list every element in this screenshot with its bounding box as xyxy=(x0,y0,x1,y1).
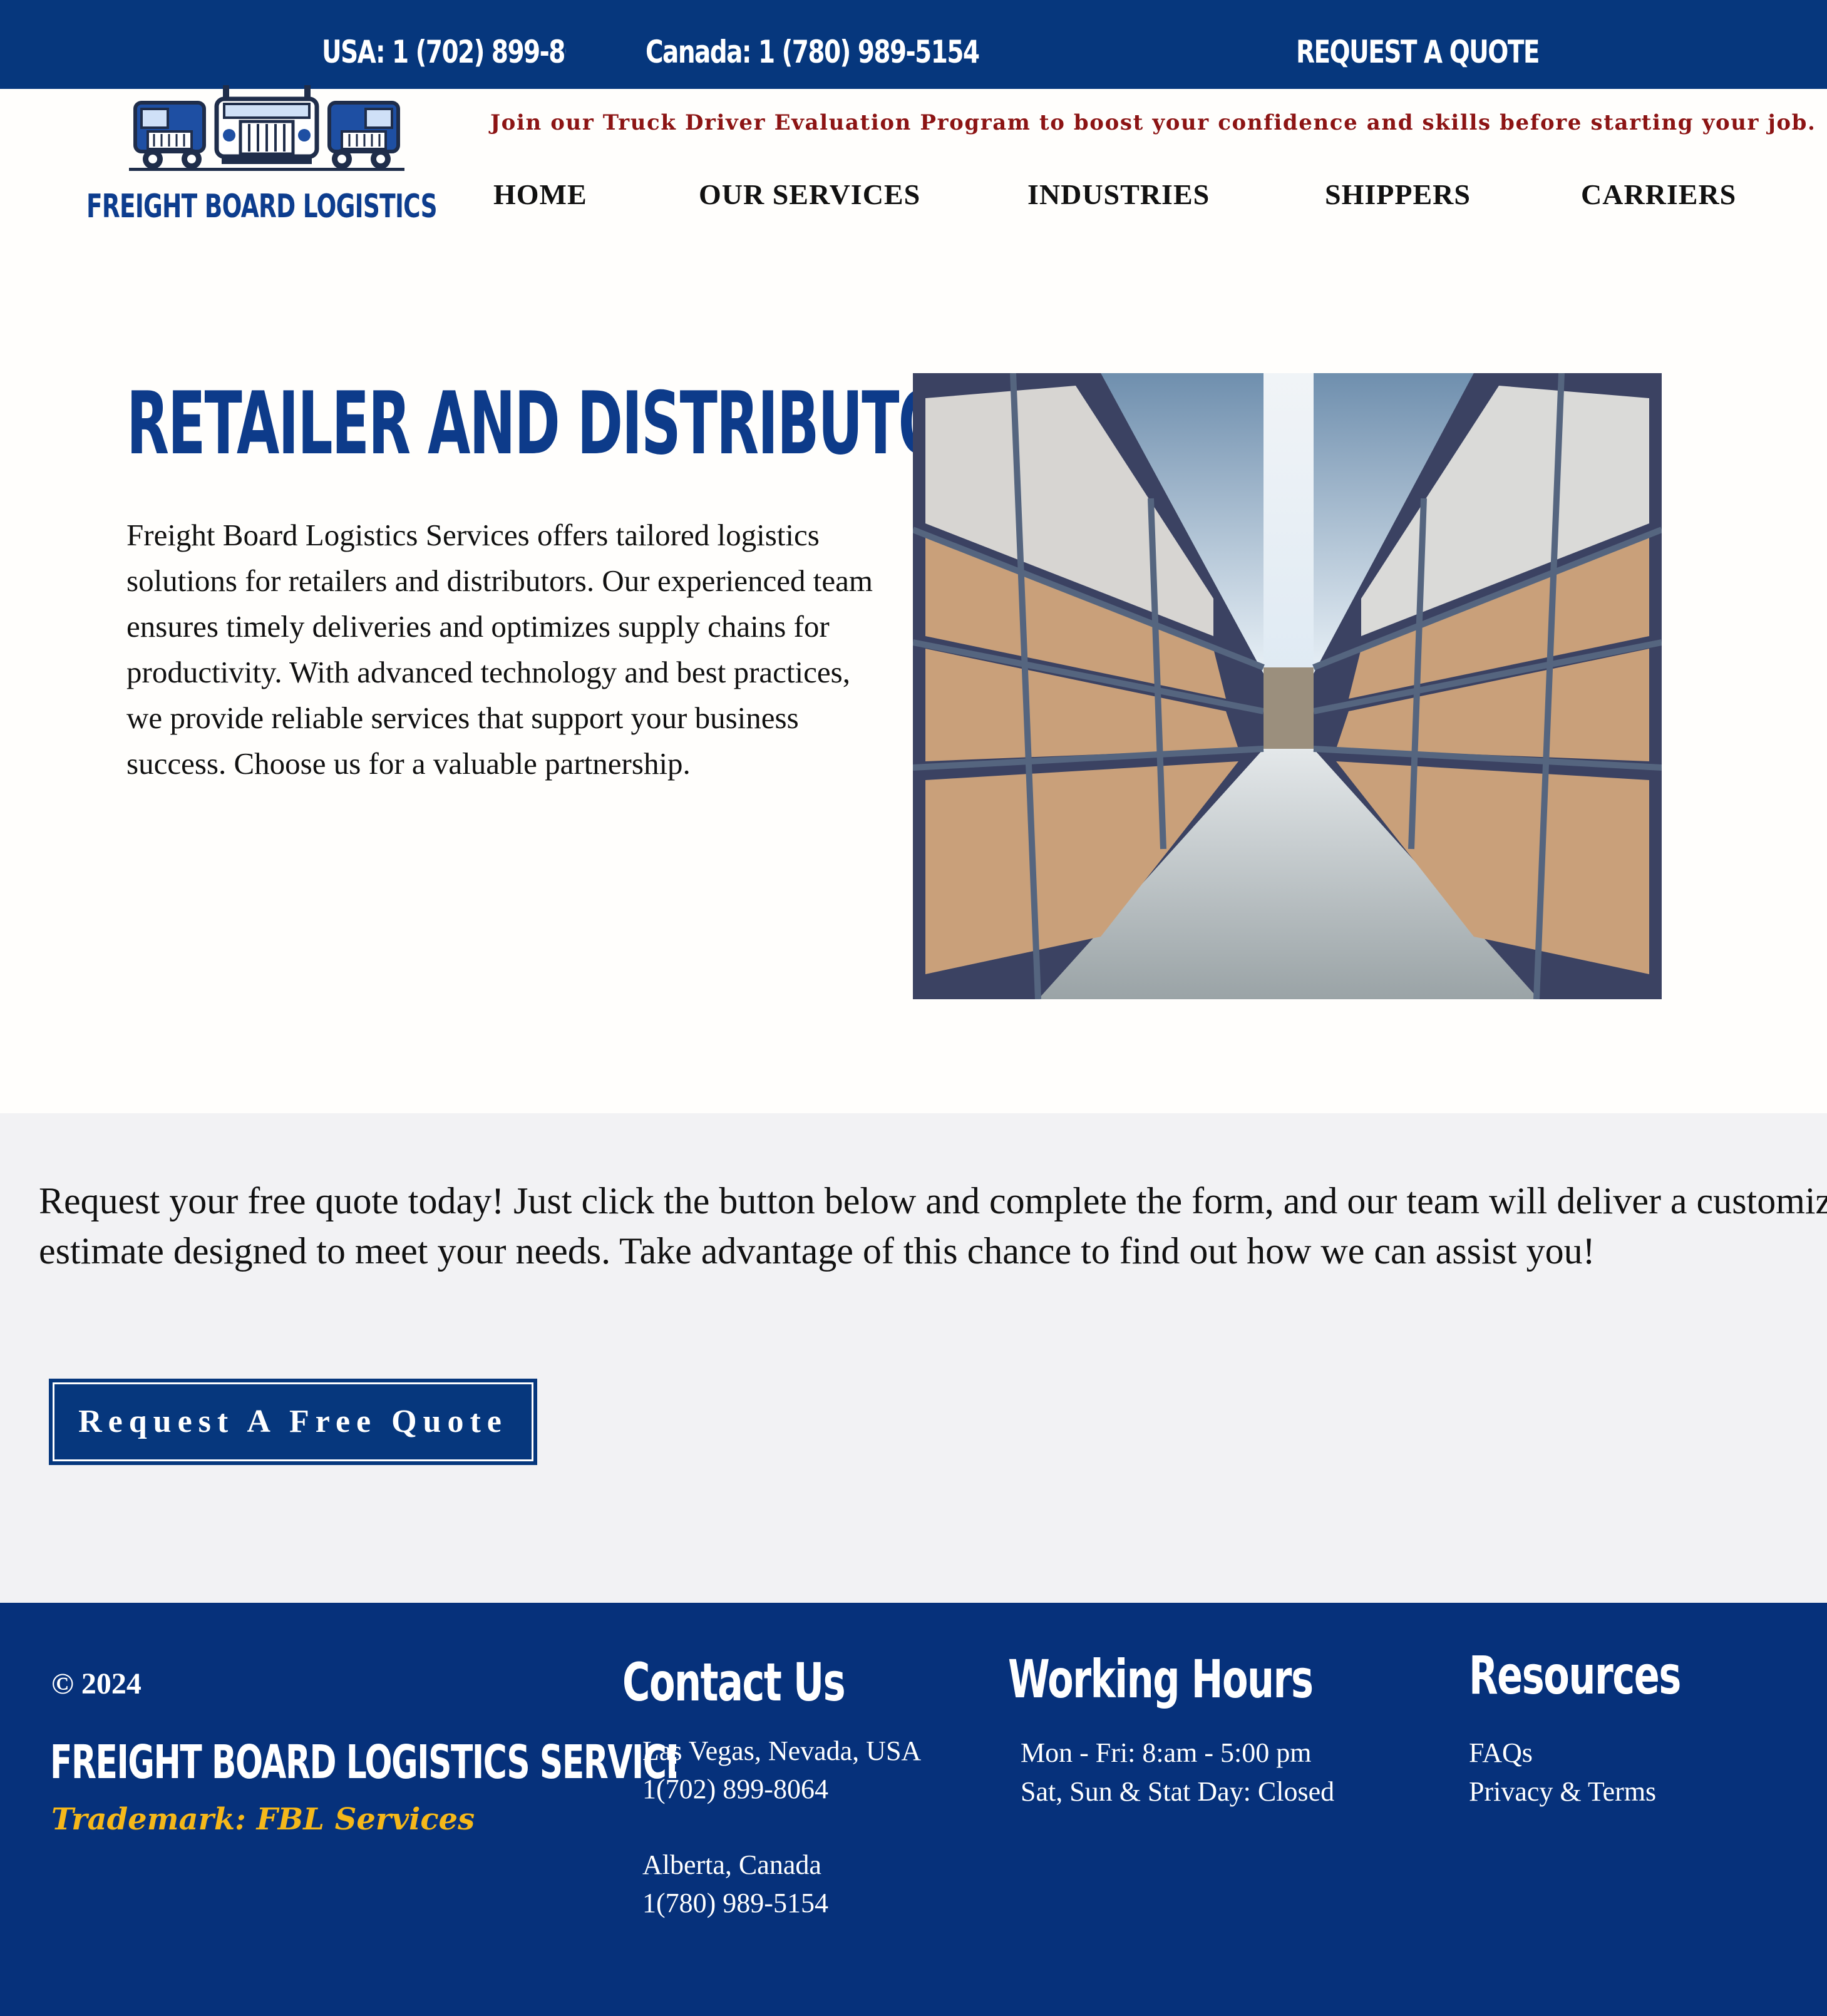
top-bar: USA: 1 (702) 899-8064 Canada: 1 (780) 98… xyxy=(0,0,1827,89)
canada-phone-link[interactable]: Canada: 1 (780) 989-5154 xyxy=(646,36,987,68)
request-quote-link[interactable]: REQUEST A QUOTE xyxy=(1296,36,1550,68)
usa-phone-link[interactable]: USA: 1 (702) 899-8064 xyxy=(322,36,566,68)
nav-home[interactable]: HOME xyxy=(493,178,587,211)
hero-line: ensures timely deliveries and optimizes … xyxy=(126,609,830,644)
warehouse-aisle-image xyxy=(913,373,1662,999)
contact-canada-phone[interactable]: 1(780) 989-5154 xyxy=(642,1890,828,1917)
page-title: RETAILER AND DISTRIBUTORS xyxy=(126,373,1025,474)
privacy-terms-link[interactable]: Privacy & Terms xyxy=(1469,1778,1656,1806)
copyright-text: © 2024 xyxy=(51,1667,142,1700)
hours-weekdays: Mon - Fri: 8:am - 5:00 pm xyxy=(1021,1737,1312,1768)
quote-section: Request your free quote today! Just clic… xyxy=(0,1113,1827,1603)
hero-line: solutions for retailers and distributors… xyxy=(126,563,873,598)
nav-industries[interactable]: INDUSTRIES xyxy=(1027,178,1210,211)
hours-weekend: Sat, Sun & Stat Day: Closed xyxy=(1021,1776,1335,1807)
nav-shippers[interactable]: SHIPPERS xyxy=(1325,178,1471,211)
quote-invitation-text: Request your free quote today! Just clic… xyxy=(39,1176,1827,1276)
contact-usa-location: Las Vegas, Nevada, USA xyxy=(642,1736,922,1766)
hero-line: we provide reliable services that suppor… xyxy=(126,701,799,735)
main-nav: HOME OUR SERVICES INDUSTRIES SHIPPERS CA… xyxy=(493,178,1802,215)
request-free-quote-button[interactable]: Request A Free Quote xyxy=(49,1379,537,1465)
contact-canada-location: Alberta, Canada xyxy=(642,1849,821,1880)
quote-text-line: estimate designed to meet your needs. Ta… xyxy=(39,1230,1595,1272)
hero-description: Freight Board Logistics Services offers … xyxy=(126,512,940,786)
faqs-link[interactable]: FAQs xyxy=(1469,1739,1533,1767)
hero-line: success. Choose us for a valuable partne… xyxy=(126,746,691,781)
trademark-text: Trademark: FBL Services xyxy=(51,1802,475,1837)
resources-heading: Resources xyxy=(1469,1645,1681,1706)
hero-line: productivity. With advanced technology a… xyxy=(126,655,850,689)
nav-carriers[interactable]: CARRIERS xyxy=(1581,178,1736,211)
contact-usa-phone[interactable]: 1(702) 899-8064 xyxy=(642,1776,828,1803)
hero-line: Freight Board Logistics Services offers … xyxy=(126,518,820,552)
working-hours-heading: Working Hours xyxy=(1008,1648,1314,1710)
quote-text-line: Request your free quote today! Just clic… xyxy=(39,1180,1827,1221)
logo-wordmark: FREIGHT BOARD LOGISTICS SERVICES INC. xyxy=(86,190,443,223)
trucks-logo-icon xyxy=(129,85,404,171)
site-logo[interactable]: FREIGHT BOARD LOGISTICS SERVICES INC. xyxy=(85,85,443,229)
nav-our-services[interactable]: OUR SERVICES xyxy=(699,178,920,211)
footer-company-name: FREIGHT BOARD LOGISTICS SERVICES INC. xyxy=(50,1739,676,1786)
contact-heading: Contact Us xyxy=(622,1652,846,1713)
announcement-banner[interactable]: Join our Truck Driver Evaluation Program… xyxy=(490,110,1816,135)
